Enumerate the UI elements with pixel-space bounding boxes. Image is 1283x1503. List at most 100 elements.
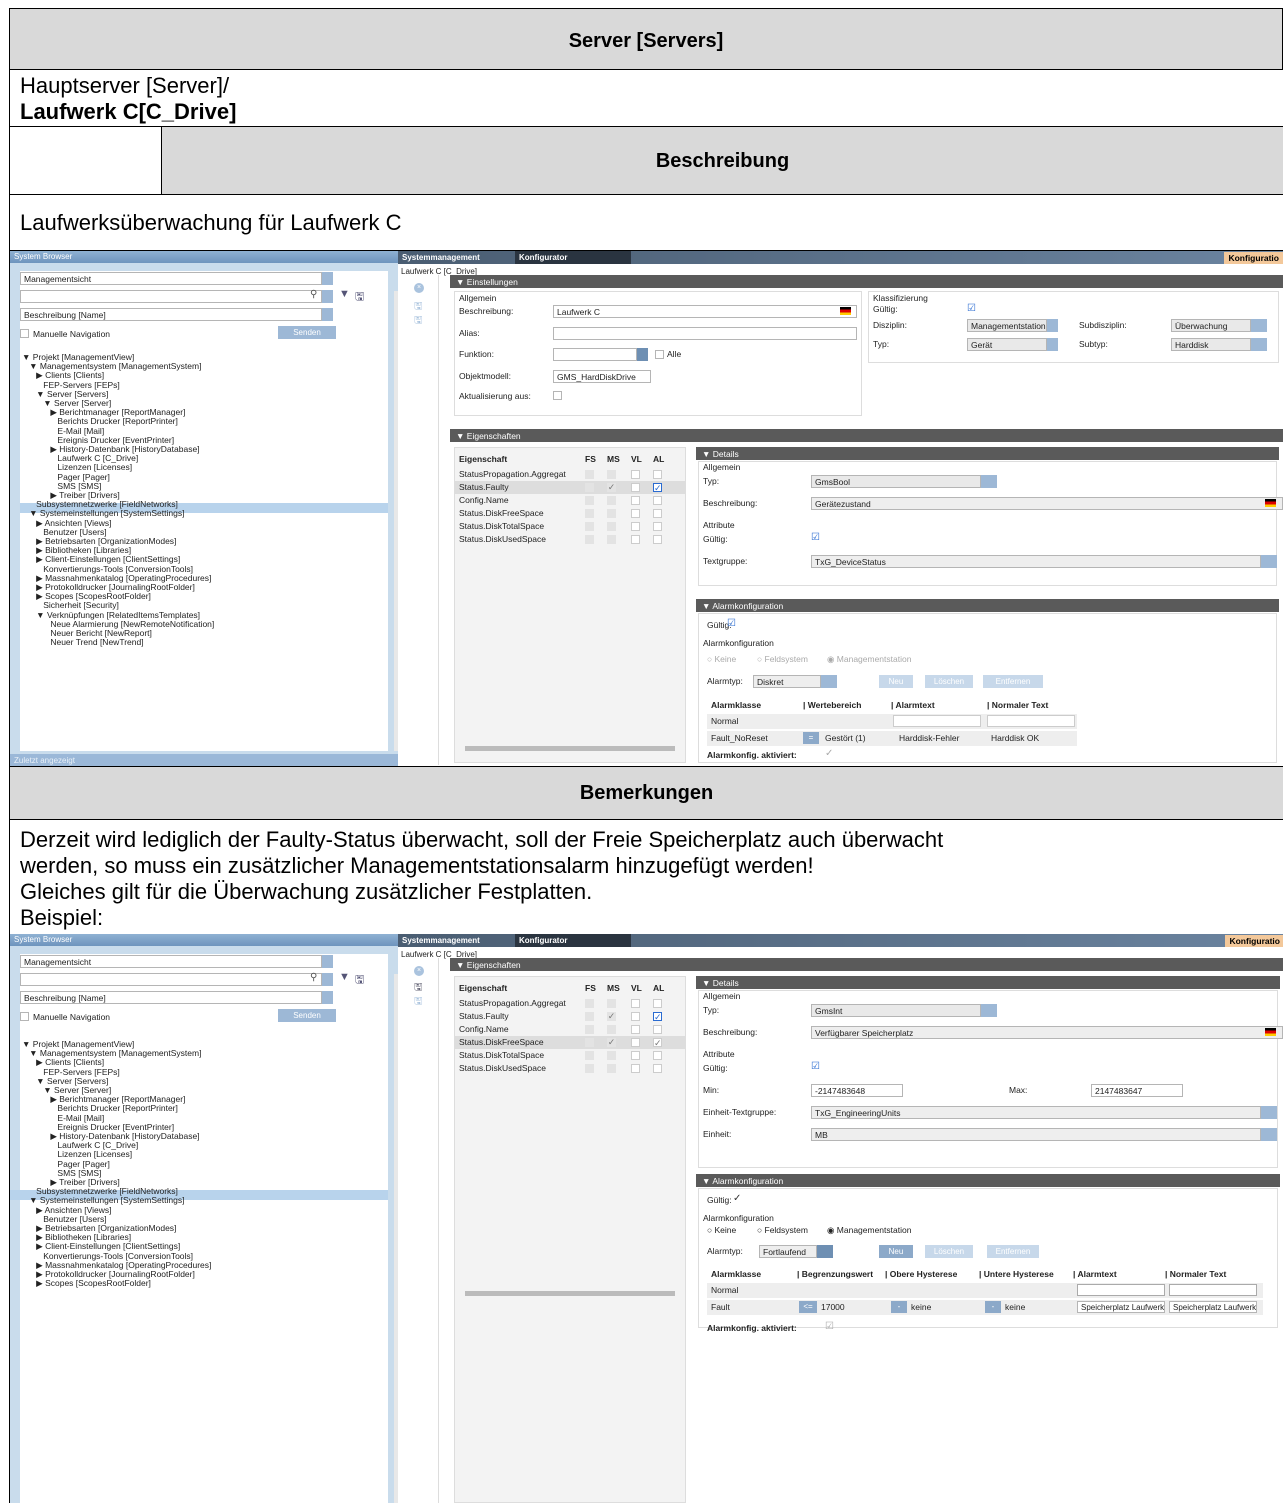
property-checkbox[interactable]	[585, 999, 594, 1008]
chevron-down-icon[interactable]	[637, 348, 648, 361]
radio-managementstation[interactable]: ◉ Managementstation	[827, 1225, 911, 1236]
property-checkbox[interactable]	[585, 483, 594, 492]
property-checkbox[interactable]	[585, 496, 594, 505]
property-checkbox[interactable]	[585, 1025, 594, 1034]
close-icon[interactable]: ×	[414, 966, 424, 976]
property-checkbox[interactable]	[585, 1038, 594, 1047]
property-checkbox[interactable]	[631, 1012, 640, 1021]
filter-icon[interactable]: ▼	[339, 288, 350, 300]
gueltig-checkbox[interactable]: ✓	[733, 1193, 741, 1204]
chevron-down-icon[interactable]	[1047, 338, 1058, 351]
property-checkbox[interactable]: ✓	[607, 1012, 616, 1021]
property-checkbox[interactable]	[585, 1012, 594, 1021]
property-checkbox[interactable]	[631, 1025, 640, 1034]
flag-icon[interactable]	[1265, 1028, 1276, 1036]
typ-select[interactable]: Gerät	[967, 338, 1047, 351]
property-checkbox[interactable]	[607, 509, 616, 518]
details-header[interactable]: ▼ Details	[696, 976, 1280, 989]
chevron-down-icon[interactable]	[1251, 319, 1267, 332]
chevron-down-icon[interactable]	[322, 308, 333, 321]
objektmodell-input[interactable]: GMS_HardDiskDrive	[553, 370, 651, 383]
chevron-down-icon[interactable]	[1251, 338, 1267, 351]
hscrollbar[interactable]	[465, 746, 675, 751]
property-checkbox[interactable]	[607, 1064, 616, 1073]
gueltig-checkbox[interactable]: ☑	[811, 532, 820, 543]
tree-item[interactable]: Neuer Trend [NewTrend]	[22, 638, 214, 647]
max-input[interactable]: 2147483647	[1091, 1084, 1183, 1097]
save-all-icon[interactable]: 🖫	[414, 994, 423, 1011]
aktualisierung-checkbox[interactable]	[553, 391, 562, 400]
property-row[interactable]: Status.DiskTotalSpace	[459, 1049, 679, 1062]
chevron-down-icon[interactable]	[981, 1004, 997, 1017]
property-checkbox[interactable]	[585, 522, 594, 531]
view-select[interactable]: Managementsicht	[20, 955, 322, 968]
chevron-down-icon[interactable]	[322, 955, 333, 968]
property-row[interactable]: StatusPropagation.Aggregat	[459, 468, 679, 481]
loeschen-button[interactable]: Löschen	[925, 675, 973, 688]
property-row[interactable]: Config.Name	[459, 494, 679, 507]
eigenschaften-header[interactable]: ▼ Eigenschaften	[450, 958, 1283, 971]
property-checkbox[interactable]	[631, 509, 640, 518]
row1-alarmtext-input[interactable]	[1077, 1284, 1165, 1296]
property-checkbox[interactable]	[607, 1025, 616, 1034]
property-checkbox[interactable]	[631, 522, 640, 531]
close-icon[interactable]: ×	[414, 283, 424, 293]
einstellungen-header[interactable]: ▼ Einstellungen	[450, 275, 1283, 288]
subdisziplin-select[interactable]: Überwachung	[1171, 319, 1251, 332]
property-checkbox[interactable]: ✓	[607, 483, 616, 492]
property-checkbox[interactable]	[653, 535, 662, 544]
neu-button[interactable]: Neu	[879, 675, 913, 688]
property-row[interactable]: Status.DiskUsedSpace	[459, 533, 679, 546]
tree-view[interactable]: ▼ Projekt [ManagementView] ▼ Managements…	[22, 352, 214, 648]
property-checkbox[interactable]	[607, 522, 616, 531]
subtyp-select[interactable]: Harddisk	[1171, 338, 1251, 351]
view-select[interactable]: Managementsicht	[20, 272, 322, 285]
entfernen-button[interactable]: Entfernen	[987, 1245, 1039, 1258]
property-checkbox[interactable]	[631, 1064, 640, 1073]
row2-operator[interactable]: =	[803, 732, 819, 744]
property-checkbox[interactable]: ✓	[653, 1012, 662, 1022]
alias-input[interactable]	[553, 327, 857, 340]
property-checkbox[interactable]	[631, 470, 640, 479]
neu-button[interactable]: Neu	[879, 1245, 913, 1258]
property-checkbox[interactable]	[653, 470, 662, 479]
property-row[interactable]: Status.Faulty ✓ ✓	[459, 481, 679, 494]
search-icon[interactable]: ⚲	[310, 289, 317, 300]
tab-systemmanagement[interactable]: Systemmanagement	[402, 253, 480, 262]
alarmkonfiguration-header[interactable]: ▼ Alarmkonfiguration	[696, 1174, 1280, 1187]
property-checkbox[interactable]	[653, 1064, 662, 1073]
property-checkbox[interactable]	[631, 535, 640, 544]
property-checkbox[interactable]	[585, 535, 594, 544]
chevron-down-icon[interactable]	[322, 290, 333, 303]
beschreibung-input[interactable]: Verfügbarer Speicherplatz	[811, 1026, 1283, 1039]
property-row[interactable]: Status.DiskUsedSpace	[459, 1062, 679, 1075]
row1-normaltext-input[interactable]	[987, 715, 1075, 727]
property-row[interactable]: Config.Name	[459, 1023, 679, 1036]
chevron-down-icon[interactable]	[1047, 319, 1058, 332]
search-icon[interactable]: ⚲	[310, 972, 317, 983]
sort-select[interactable]: Beschreibung [Name]	[20, 308, 322, 321]
alarmtyp-select[interactable]: Fortlaufend	[759, 1245, 817, 1258]
details-header[interactable]: ▼ Details	[696, 447, 1279, 460]
property-checkbox[interactable]	[631, 483, 640, 492]
row2-alarmtext[interactable]: Speicherplatz Laufwerk	[1077, 1301, 1165, 1313]
funktion-select[interactable]	[553, 348, 637, 361]
eigenschaften-header[interactable]: ▼ Eigenschaften	[450, 429, 1283, 442]
beschreibung-input[interactable]: Gerätezustand	[811, 497, 1283, 510]
chevron-down-icon[interactable]	[322, 272, 333, 285]
property-checkbox[interactable]	[653, 509, 662, 518]
property-checkbox[interactable]	[607, 470, 616, 479]
property-checkbox[interactable]	[631, 1051, 640, 1060]
property-row[interactable]: StatusPropagation.Aggregat	[459, 997, 679, 1010]
property-row[interactable]: Status.Faulty ✓ ✓	[459, 1010, 679, 1023]
hscrollbar[interactable]	[465, 1291, 675, 1296]
aktiviert-checkbox[interactable]: ✓	[825, 748, 833, 759]
chevron-down-icon[interactable]	[1261, 1106, 1277, 1119]
radio-keine[interactable]: ○ Keine	[707, 654, 736, 664]
entfernen-button[interactable]: Entfernen	[983, 675, 1043, 688]
radio-keine[interactable]: ○ Keine	[707, 1225, 736, 1235]
chevron-down-icon[interactable]	[1261, 1128, 1277, 1141]
radio-feldsystem[interactable]: ○ Feldsystem	[757, 1225, 808, 1235]
save-all-icon[interactable]: 🖫	[414, 313, 423, 330]
property-row[interactable]: Status.DiskFreeSpace ✓ ✓	[459, 1036, 679, 1049]
